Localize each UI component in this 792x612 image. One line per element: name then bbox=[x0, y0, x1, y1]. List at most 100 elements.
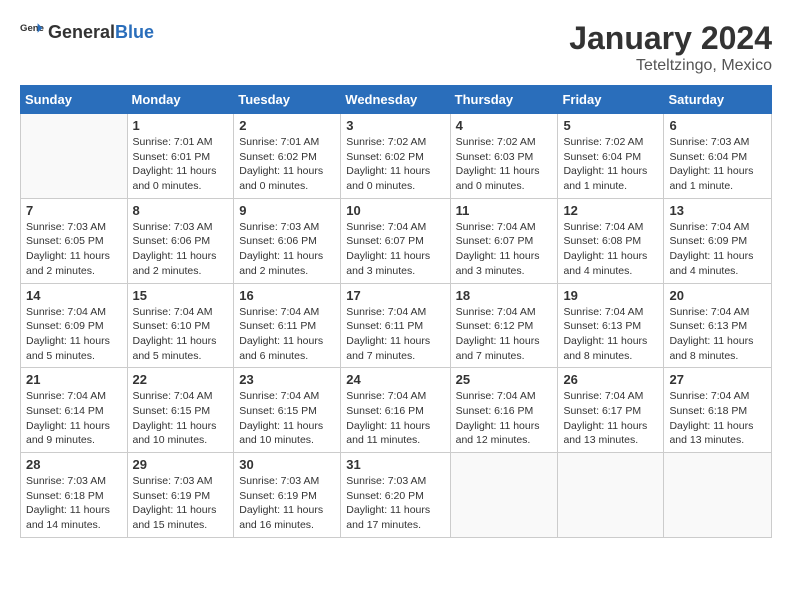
day-info: Sunrise: 7:04 AMSunset: 6:16 PMDaylight:… bbox=[346, 389, 444, 448]
day-number: 25 bbox=[456, 372, 553, 387]
calendar-cell bbox=[664, 453, 772, 538]
calendar-cell bbox=[450, 453, 558, 538]
calendar-cell: 5 Sunrise: 7:02 AMSunset: 6:04 PMDaylight… bbox=[558, 114, 664, 199]
calendar-cell: 26 Sunrise: 7:04 AMSunset: 6:17 PMDayligh… bbox=[558, 368, 664, 453]
calendar-cell: 15 Sunrise: 7:04 AMSunset: 6:10 PMDayligh… bbox=[127, 283, 234, 368]
day-info: Sunrise: 7:04 AMSunset: 6:08 PMDaylight:… bbox=[563, 220, 658, 279]
calendar-cell: 27 Sunrise: 7:04 AMSunset: 6:18 PMDayligh… bbox=[664, 368, 772, 453]
day-number: 11 bbox=[456, 203, 553, 218]
day-info: Sunrise: 7:03 AMSunset: 6:04 PMDaylight:… bbox=[669, 135, 766, 194]
day-info: Sunrise: 7:04 AMSunset: 6:10 PMDaylight:… bbox=[133, 305, 229, 364]
day-number: 16 bbox=[239, 288, 335, 303]
calendar-cell: 11Sunrise: 7:04 AMSunset: 6:07 PMDayligh… bbox=[450, 198, 558, 283]
day-number: 3 bbox=[346, 118, 444, 133]
day-header-saturday: Saturday bbox=[664, 86, 772, 114]
calendar-cell: 13 Sunrise: 7:04 AMSunset: 6:09 PMDayligh… bbox=[664, 198, 772, 283]
week-row-2: 7 Sunrise: 7:03 AMSunset: 6:05 PMDaylight… bbox=[21, 198, 772, 283]
day-info: Sunrise: 7:02 AMSunset: 6:04 PMDaylight:… bbox=[563, 135, 658, 194]
day-info: Sunrise: 7:03 AMSunset: 6:06 PMDaylight:… bbox=[239, 220, 335, 279]
calendar-cell: 25 Sunrise: 7:04 AMSunset: 6:16 PMDayligh… bbox=[450, 368, 558, 453]
day-number: 10 bbox=[346, 203, 444, 218]
day-info: Sunrise: 7:04 AMSunset: 6:07 PMDaylight:… bbox=[346, 220, 444, 279]
day-number: 27 bbox=[669, 372, 766, 387]
day-info: Sunrise: 7:04 AMSunset: 6:09 PMDaylight:… bbox=[26, 305, 122, 364]
day-info: Sunrise: 7:01 AMSunset: 6:02 PMDaylight:… bbox=[239, 135, 335, 194]
day-header-monday: Monday bbox=[127, 86, 234, 114]
calendar-cell: 7 Sunrise: 7:03 AMSunset: 6:05 PMDaylight… bbox=[21, 198, 128, 283]
day-info: Sunrise: 7:03 AMSunset: 6:06 PMDaylight:… bbox=[133, 220, 229, 279]
week-row-3: 14Sunrise: 7:04 AMSunset: 6:09 PMDayligh… bbox=[21, 283, 772, 368]
calendar-cell: 8Sunrise: 7:03 AMSunset: 6:06 PMDaylight… bbox=[127, 198, 234, 283]
day-info: Sunrise: 7:03 AMSunset: 6:20 PMDaylight:… bbox=[346, 474, 444, 533]
week-row-5: 28 Sunrise: 7:03 AMSunset: 6:18 PMDayligh… bbox=[21, 453, 772, 538]
day-info: Sunrise: 7:04 AMSunset: 6:09 PMDaylight:… bbox=[669, 220, 766, 279]
day-info: Sunrise: 7:02 AMSunset: 6:03 PMDaylight:… bbox=[456, 135, 553, 194]
day-number: 23 bbox=[239, 372, 335, 387]
day-number: 12 bbox=[563, 203, 658, 218]
calendar-cell: 6 Sunrise: 7:03 AMSunset: 6:04 PMDaylight… bbox=[664, 114, 772, 199]
day-info: Sunrise: 7:03 AMSunset: 6:05 PMDaylight:… bbox=[26, 220, 122, 279]
day-info: Sunrise: 7:04 AMSunset: 6:16 PMDaylight:… bbox=[456, 389, 553, 448]
calendar-cell: 2Sunrise: 7:01 AMSunset: 6:02 PMDaylight… bbox=[234, 114, 341, 199]
day-info: Sunrise: 7:04 AMSunset: 6:18 PMDaylight:… bbox=[669, 389, 766, 448]
day-number: 9 bbox=[239, 203, 335, 218]
day-number: 15 bbox=[133, 288, 229, 303]
day-number: 18 bbox=[456, 288, 553, 303]
calendar-cell: 14Sunrise: 7:04 AMSunset: 6:09 PMDayligh… bbox=[21, 283, 128, 368]
day-number: 7 bbox=[26, 203, 122, 218]
day-header-friday: Friday bbox=[558, 86, 664, 114]
week-row-4: 21 Sunrise: 7:04 AMSunset: 6:14 PMDayligh… bbox=[21, 368, 772, 453]
day-number: 21 bbox=[26, 372, 122, 387]
day-info: Sunrise: 7:01 AMSunset: 6:01 PMDaylight:… bbox=[133, 135, 229, 194]
week-row-1: 1 Sunrise: 7:01 AMSunset: 6:01 PMDaylight… bbox=[21, 114, 772, 199]
day-number: 4 bbox=[456, 118, 553, 133]
day-number: 13 bbox=[669, 203, 766, 218]
day-header-tuesday: Tuesday bbox=[234, 86, 341, 114]
day-info: Sunrise: 7:02 AMSunset: 6:02 PMDaylight:… bbox=[346, 135, 444, 194]
calendar-cell: 30Sunrise: 7:03 AMSunset: 6:19 PMDayligh… bbox=[234, 453, 341, 538]
day-number: 6 bbox=[669, 118, 766, 133]
day-number: 24 bbox=[346, 372, 444, 387]
day-number: 29 bbox=[133, 457, 229, 472]
day-info: Sunrise: 7:04 AMSunset: 6:17 PMDaylight:… bbox=[563, 389, 658, 448]
logo-icon: General bbox=[20, 20, 44, 44]
calendar-cell: 21 Sunrise: 7:04 AMSunset: 6:14 PMDayligh… bbox=[21, 368, 128, 453]
day-number: 28 bbox=[26, 457, 122, 472]
calendar-cell: 12 Sunrise: 7:04 AMSunset: 6:08 PMDayligh… bbox=[558, 198, 664, 283]
calendar-cell: 28 Sunrise: 7:03 AMSunset: 6:18 PMDayligh… bbox=[21, 453, 128, 538]
day-info: Sunrise: 7:04 AMSunset: 6:13 PMDaylight:… bbox=[563, 305, 658, 364]
day-header-thursday: Thursday bbox=[450, 86, 558, 114]
day-info: Sunrise: 7:04 AMSunset: 6:15 PMDaylight:… bbox=[133, 389, 229, 448]
calendar-cell: 31 Sunrise: 7:03 AMSunset: 6:20 PMDayligh… bbox=[341, 453, 450, 538]
calendar-cell: 24 Sunrise: 7:04 AMSunset: 6:16 PMDayligh… bbox=[341, 368, 450, 453]
calendar-subtitle: Teteltzingo, Mexico bbox=[569, 57, 772, 75]
day-info: Sunrise: 7:04 AMSunset: 6:14 PMDaylight:… bbox=[26, 389, 122, 448]
day-number: 5 bbox=[563, 118, 658, 133]
calendar-title: January 2024 bbox=[569, 20, 772, 57]
day-number: 31 bbox=[346, 457, 444, 472]
day-number: 30 bbox=[239, 457, 335, 472]
calendar-cell: 17 Sunrise: 7:04 AMSunset: 6:11 PMDayligh… bbox=[341, 283, 450, 368]
calendar-table: SundayMondayTuesdayWednesdayThursdayFrid… bbox=[20, 85, 772, 538]
calendar-cell: 9 Sunrise: 7:03 AMSunset: 6:06 PMDaylight… bbox=[234, 198, 341, 283]
calendar-cell: 4 Sunrise: 7:02 AMSunset: 6:03 PMDaylight… bbox=[450, 114, 558, 199]
day-number: 1 bbox=[133, 118, 229, 133]
calendar-cell: 3 Sunrise: 7:02 AMSunset: 6:02 PMDaylight… bbox=[341, 114, 450, 199]
day-number: 26 bbox=[563, 372, 658, 387]
calendar-cell: 20 Sunrise: 7:04 AMSunset: 6:13 PMDayligh… bbox=[664, 283, 772, 368]
calendar-cell: 18 Sunrise: 7:04 AMSunset: 6:12 PMDayligh… bbox=[450, 283, 558, 368]
day-number: 17 bbox=[346, 288, 444, 303]
calendar-cell bbox=[21, 114, 128, 199]
logo: General GeneralBlue bbox=[20, 20, 154, 44]
calendar-cell: 22 Sunrise: 7:04 AMSunset: 6:15 PMDayligh… bbox=[127, 368, 234, 453]
calendar-cell: 1 Sunrise: 7:01 AMSunset: 6:01 PMDaylight… bbox=[127, 114, 234, 199]
day-info: Sunrise: 7:04 AMSunset: 6:11 PMDaylight:… bbox=[346, 305, 444, 364]
day-info: Sunrise: 7:03 AMSunset: 6:18 PMDaylight:… bbox=[26, 474, 122, 533]
calendar-cell: 10 Sunrise: 7:04 AMSunset: 6:07 PMDayligh… bbox=[341, 198, 450, 283]
day-info: Sunrise: 7:04 AMSunset: 6:13 PMDaylight:… bbox=[669, 305, 766, 364]
days-header-row: SundayMondayTuesdayWednesdayThursdayFrid… bbox=[21, 86, 772, 114]
day-number: 22 bbox=[133, 372, 229, 387]
day-info: Sunrise: 7:04 AMSunset: 6:15 PMDaylight:… bbox=[239, 389, 335, 448]
day-number: 20 bbox=[669, 288, 766, 303]
day-info: Sunrise: 7:04 AMSunset: 6:12 PMDaylight:… bbox=[456, 305, 553, 364]
